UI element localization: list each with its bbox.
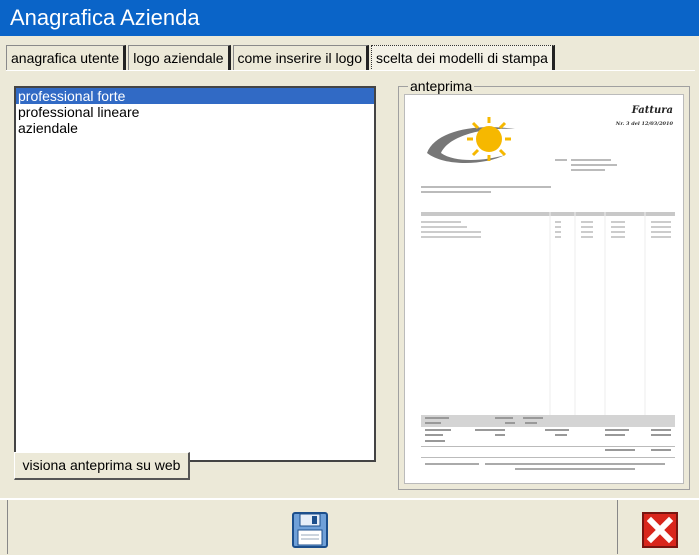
close-icon (642, 512, 678, 548)
list-item[interactable]: aziendale (16, 120, 374, 136)
tab-come-inserire-il-logo[interactable]: come inserire il logo (232, 45, 369, 70)
tab-logo-aziendale[interactable]: logo aziendale (128, 45, 231, 70)
invoice-preview-drawing: Fattura Nr. 3 del 12/03/2010 (421, 105, 675, 470)
template-list[interactable]: professional forte professional lineare … (14, 86, 376, 462)
toolbar-divider (7, 500, 8, 554)
preview-doc-title: Fattura (631, 105, 673, 116)
save-button[interactable] (290, 510, 330, 550)
tab-scelta-modelli-stampa[interactable]: scelta dei modelli di stampa (371, 45, 555, 71)
toolbar-divider (617, 500, 618, 554)
floppy-disk-icon (292, 512, 328, 548)
close-button[interactable] (640, 510, 680, 550)
preview-doc-number: Nr. 3 del 12/03/2010 (615, 121, 674, 127)
tab-divider (6, 70, 695, 71)
window-title: Anagrafica Azienda (0, 0, 699, 36)
list-item[interactable]: professional forte (16, 88, 374, 104)
sun-logo-icon (427, 117, 515, 163)
preview-group-label: anteprima (408, 78, 475, 94)
web-preview-button[interactable]: visiona anteprima su web (14, 452, 190, 480)
bottom-toolbar (0, 498, 699, 554)
invoice-preview: Fattura Nr. 3 del 12/03/2010 (404, 94, 684, 484)
tab-strip: anagrafica utente logo aziendale come in… (6, 45, 557, 71)
tab-anagrafica-utente[interactable]: anagrafica utente (6, 45, 127, 70)
list-item[interactable]: professional lineare (16, 104, 374, 120)
